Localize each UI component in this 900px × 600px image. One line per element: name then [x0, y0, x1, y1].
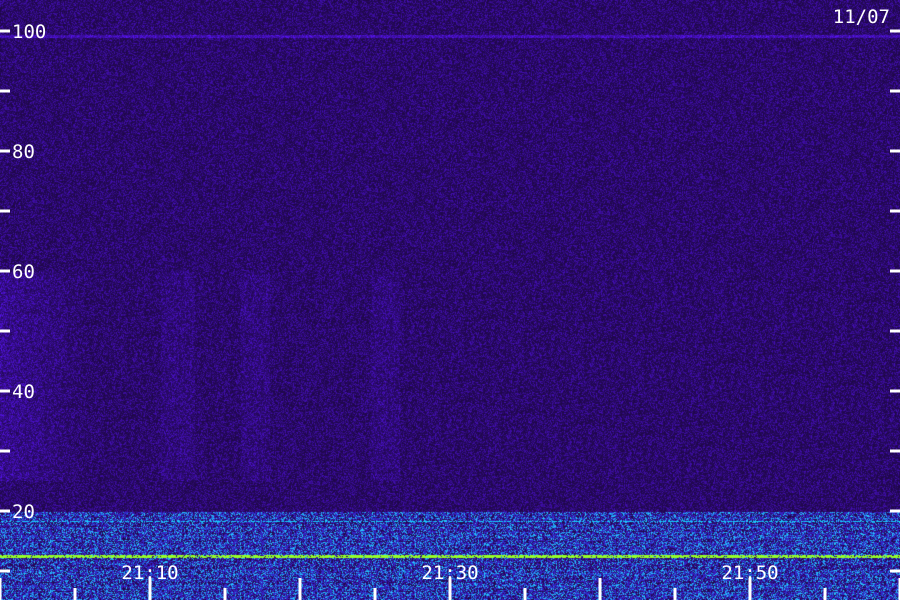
- axis-overlay: 100 80 60 40 20 21:10 21:30 21:50 11/07: [0, 6, 900, 600]
- spectrogram-panel: 100 80 60 40 20 21:10 21:30 21:50 11/07: [0, 0, 900, 600]
- x-axis: 21:10 21:30 21:50: [0, 562, 900, 600]
- y-tick-label: 80: [12, 141, 35, 163]
- y-tick-label: 20: [12, 501, 35, 523]
- y-tick-label: 40: [12, 381, 35, 403]
- x-tick-label: 21:50: [721, 562, 778, 584]
- x-tick-label: 21:30: [421, 562, 478, 584]
- x-tick-label: 21:10: [121, 562, 178, 584]
- y-tick-label: 60: [12, 261, 35, 283]
- y-tick-label: 100: [12, 21, 46, 43]
- y-axis: 100 80 60 40 20: [0, 21, 900, 573]
- date-label: 11/07: [833, 6, 890, 28]
